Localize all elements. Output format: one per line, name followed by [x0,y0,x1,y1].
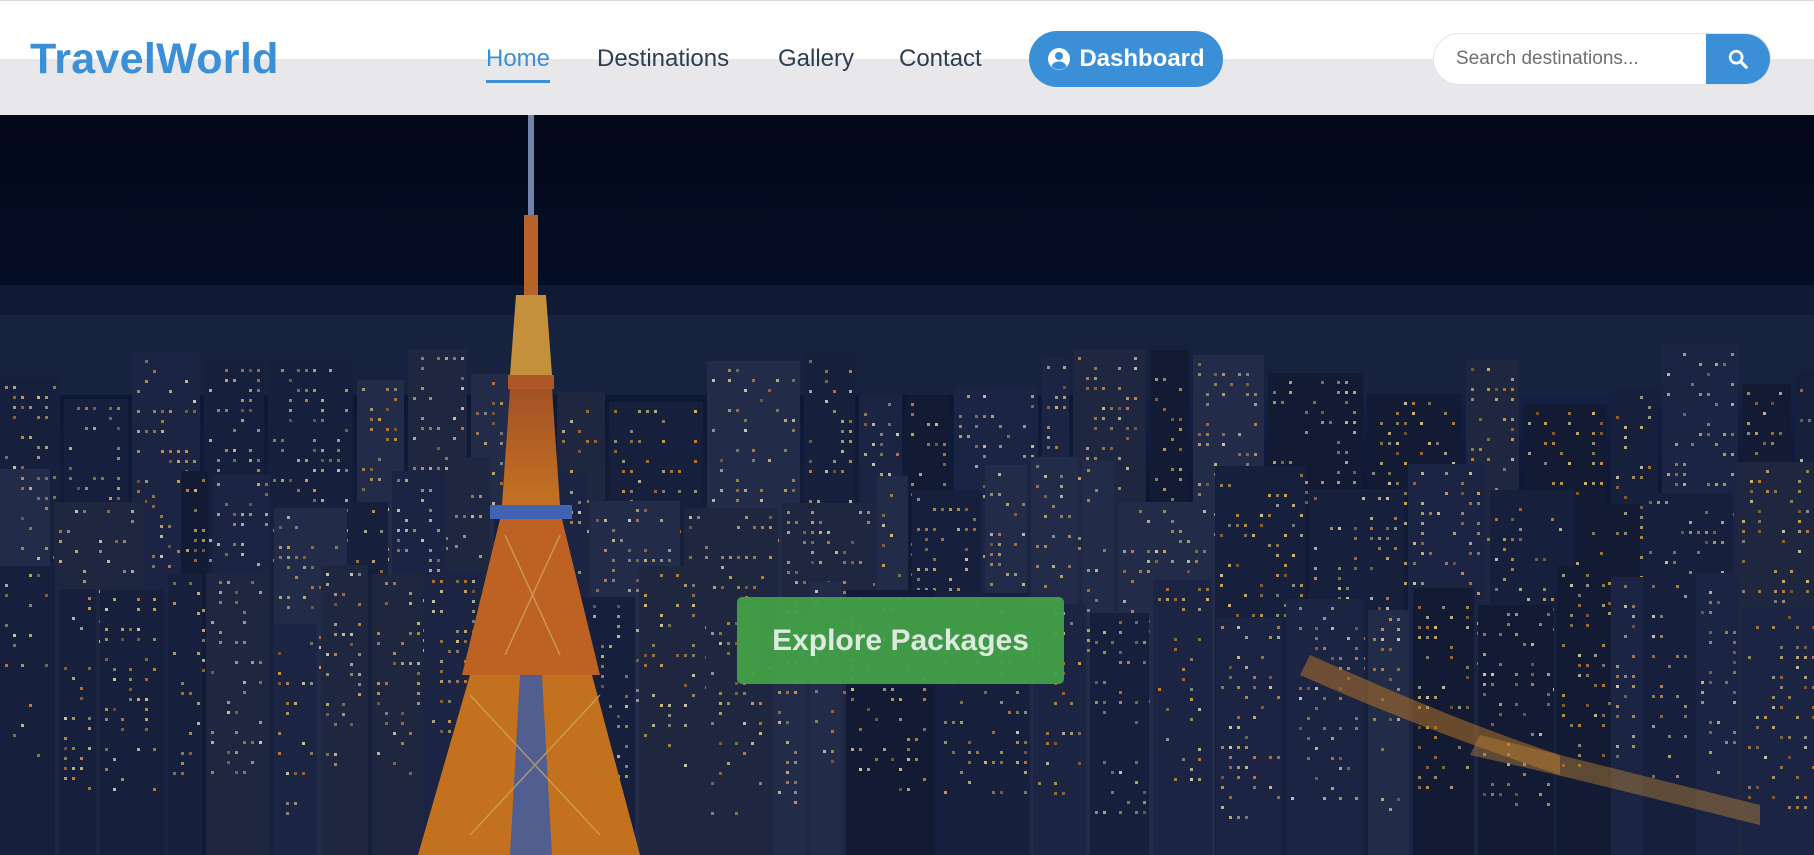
search-box [1433,33,1771,85]
top-navbar: TravelWorld Home Destinations Gallery Co… [0,0,1814,115]
hero-dim-overlay [0,115,1814,855]
nav-link-destinations[interactable]: Destinations [597,45,729,73]
user-circle-icon [1048,48,1071,70]
dashboard-label: Dashboard [1079,45,1205,72]
hero-section: Explore Packages [0,115,1814,855]
search-icon [1728,49,1748,69]
search-input[interactable] [1434,34,1707,84]
dashboard-button[interactable]: Dashboard [1029,31,1223,87]
nav-link-home[interactable]: Home [486,45,551,83]
nav-link-gallery[interactable]: Gallery [778,45,854,73]
brand-logo[interactable]: TravelWorld [30,35,279,84]
nav-link-contact[interactable]: Contact [899,45,982,73]
search-button[interactable] [1706,34,1770,84]
explore-packages-button[interactable]: Explore Packages [737,597,1064,684]
